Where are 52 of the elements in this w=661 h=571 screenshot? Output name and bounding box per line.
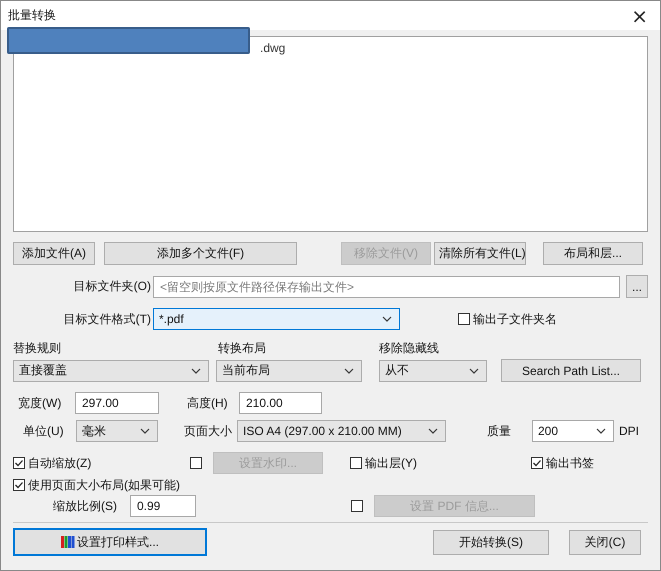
window-title: 批量转换 (8, 7, 56, 24)
subfolder-checkbox[interactable]: 输出子文件夹名 (458, 310, 557, 328)
replace-rule-dropdown[interactable]: 直接覆盖 (13, 360, 209, 382)
file-button[interactable]: 添加多个文件(F) (104, 242, 297, 265)
close-dialog-button[interactable]: 关闭(C) (569, 530, 641, 554)
layout-dropdown[interactable]: 当前布局 (216, 360, 362, 382)
field-label: 目标文件格式(T) (62, 310, 152, 328)
field-label: 宽度(W) (18, 394, 62, 412)
file-button[interactable]: 添加文件(A) (13, 242, 95, 265)
checkmark-icon (14, 480, 24, 490)
group-label: 替换规则 (13, 340, 62, 356)
format-dropdown[interactable]: *.pdf (153, 308, 400, 330)
page-size-dropdown[interactable]: ISO A4 (297.00 x 210.00 MM) (237, 420, 446, 442)
pens-icon (60, 535, 75, 549)
chevron-down-icon (191, 368, 201, 374)
file-button[interactable]: 清除所有文件(L) (434, 242, 526, 265)
checkmark-icon (14, 458, 24, 468)
checkmark-icon (532, 458, 542, 468)
folder-field[interactable]: <留空则按原文件路径保存输出文件> (153, 276, 620, 298)
scale-field[interactable]: 0.99 (130, 495, 196, 517)
bookmarks-checkbox[interactable]: 输出书签 (531, 454, 594, 472)
browse-button[interactable]: ... (626, 275, 648, 298)
unit-label: DPI (619, 424, 640, 438)
file-item[interactable]: .dwg (260, 41, 286, 55)
auto-scale-checkbox[interactable]: 自动缩放(Z) (13, 454, 190, 472)
chevron-down-icon (596, 428, 606, 434)
group-label: 转换布局 (218, 340, 267, 356)
close-button[interactable]: × (625, 6, 654, 26)
search-path-button[interactable]: Search Path List... (501, 359, 641, 382)
chevron-down-icon (382, 316, 392, 322)
width-field[interactable]: 297.00 (75, 392, 159, 414)
field-label: 缩放比例(S) (53, 498, 118, 514)
field-label: 高度(H) (187, 394, 229, 412)
chevron-down-icon (140, 428, 150, 434)
chevron-down-icon (344, 368, 354, 374)
field-label: 目标文件夹(O) (72, 278, 152, 295)
print-style-button[interactable]: 设置打印样式... (13, 528, 207, 556)
hidden-lines-dropdown[interactable]: 从不 (379, 360, 487, 382)
height-field[interactable]: 210.00 (239, 392, 322, 414)
field-label: 单位(U) (23, 422, 65, 440)
file-button[interactable]: 布局和层... (543, 242, 643, 265)
field-label: 质量 (487, 422, 512, 440)
group-label: 移除隐藏线 (379, 340, 439, 356)
output-layers-checkbox[interactable]: 输出层(Y) (350, 454, 531, 472)
start-button[interactable]: 开始转换(S) (433, 530, 549, 554)
field-label: 页面大小 (184, 422, 233, 440)
quality-dropdown[interactable]: 200 (532, 420, 614, 442)
file-list[interactable]: .dwg (13, 36, 648, 232)
chevron-down-icon (469, 368, 479, 374)
unit-dropdown[interactable]: 毫米 (76, 420, 158, 442)
page-size-layout-checkbox[interactable]: 使用页面大小布局(如果可能) (13, 476, 180, 494)
chevron-down-icon (428, 428, 438, 434)
